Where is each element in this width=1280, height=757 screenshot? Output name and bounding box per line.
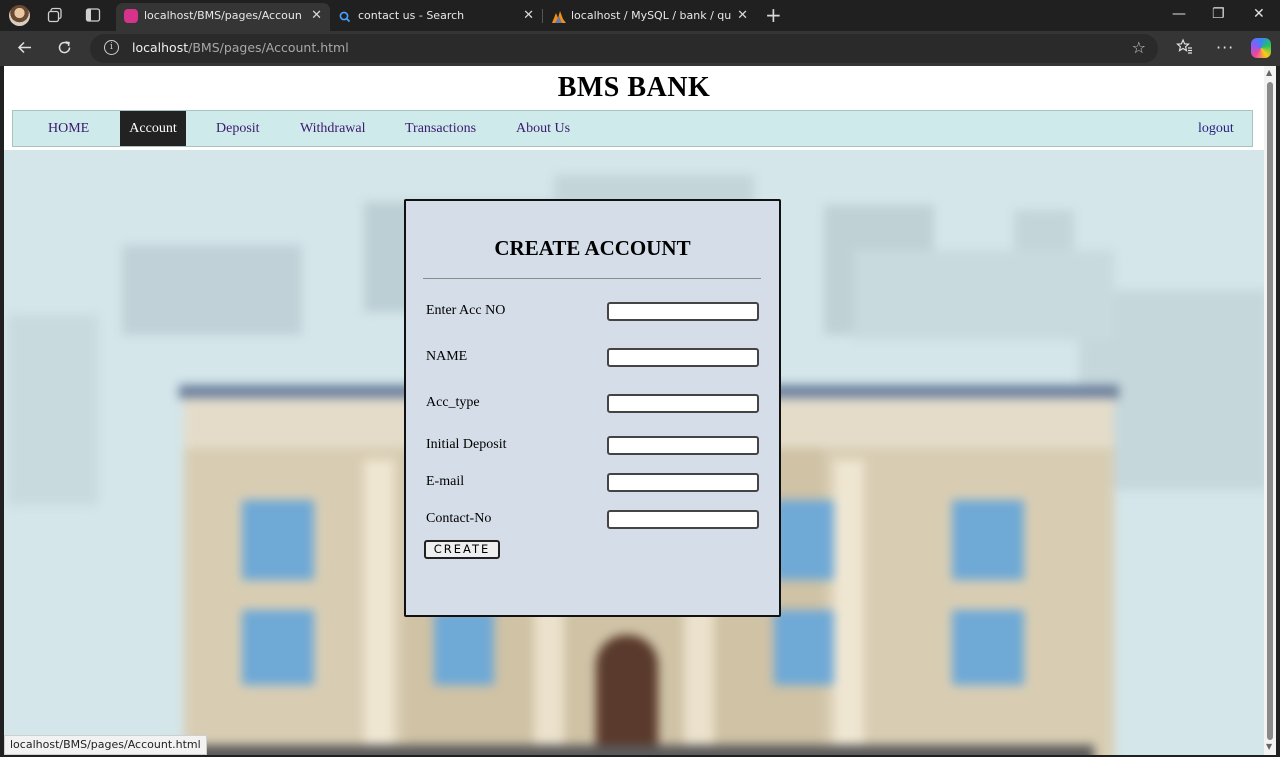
tab-account[interactable]: localhost/BMS/pages/Account.html ✕ [116,3,330,31]
scrollbar-thumb[interactable] [1267,82,1273,740]
url-field[interactable]: i localhost/BMS/pages/Account.html ☆ [90,34,1158,63]
tab-phpmyadmin[interactable]: localhost / MySQL / bank / queries ✕ [543,3,756,31]
create-button[interactable]: CREATE [424,540,500,559]
contact-no-input[interactable] [607,510,759,529]
new-tab-button[interactable]: + [765,3,782,27]
nav-deposit[interactable]: Deposit [207,111,269,146]
site-title: BMS BANK [557,72,711,103]
site-info-icon[interactable]: i [104,40,119,55]
search-icon [338,9,352,23]
refresh-icon[interactable] [56,39,73,61]
nav-about-us[interactable]: About Us [507,111,579,146]
workspaces-icon[interactable] [47,7,63,23]
copilot-icon[interactable] [1251,38,1271,58]
url-text[interactable]: localhost/BMS/pages/Account.html [132,40,349,55]
page-scrollbar[interactable]: ▲ ▼ [1264,66,1276,755]
tab-title: localhost / MySQL / bank / queries [571,9,731,22]
acc-no-label: Enter Acc NO [426,303,506,318]
browser-tab-bar: localhost/BMS/pages/Account.html ✕ conta… [0,0,1280,31]
contact-no-label: Contact-No [426,511,492,526]
favorites-icon[interactable] [1175,38,1193,59]
window-close-button[interactable]: ✕ [1253,6,1265,22]
acc-type-input[interactable] [607,394,759,413]
name-input[interactable] [607,348,759,367]
acc-no-input[interactable] [607,302,759,321]
nav-withdrawal[interactable]: Withdrawal [291,111,375,146]
address-bar: i localhost/BMS/pages/Account.html ☆ ··· [0,31,1280,66]
scroll-down-icon[interactable]: ▼ [1266,742,1272,751]
main-navbar: HOME Account Deposit Withdrawal Transact… [12,110,1253,147]
initial-deposit-label: Initial Deposit [426,437,507,452]
more-options-icon[interactable]: ··· [1216,38,1234,57]
email-label: E-mail [426,474,465,489]
email-input[interactable] [607,473,759,492]
nav-account[interactable]: Account [120,111,186,146]
tab-search[interactable]: contact us - Search ✕ [330,3,542,31]
scroll-up-icon[interactable]: ▲ [1266,68,1272,77]
profile-avatar[interactable] [9,5,30,26]
close-icon[interactable]: ✕ [737,8,748,23]
vertical-tabs-icon[interactable] [85,7,101,23]
close-icon[interactable]: ✕ [311,8,322,23]
localhost-favicon [124,9,138,23]
phpmyadmin-icon [551,9,566,23]
status-url-tooltip: localhost/BMS/pages/Account.html [4,735,207,755]
form-title: CREATE ACCOUNT [494,236,691,260]
nav-transactions[interactable]: Transactions [396,111,485,146]
minimize-button[interactable]: — [1172,6,1186,22]
divider [423,278,761,279]
tab-title: contact us - Search [358,9,465,22]
page-viewport: BMS BANK HOME Account Deposit Withdrawal… [4,66,1264,755]
acc-type-label: Acc_type [426,395,480,410]
create-account-form: CREATE ACCOUNT Enter Acc NO NAME Acc_typ… [404,199,781,617]
nav-home[interactable]: HOME [39,111,98,146]
tab-title: localhost/BMS/pages/Account.html [144,9,302,22]
close-icon[interactable]: ✕ [523,8,534,23]
back-icon[interactable] [16,39,33,61]
initial-deposit-input[interactable] [607,436,759,455]
restore-button[interactable]: ❐ [1212,6,1225,22]
logout-link[interactable]: logout [1189,111,1243,146]
name-label: NAME [426,349,468,364]
favorite-star-icon[interactable]: ☆ [1132,38,1146,57]
